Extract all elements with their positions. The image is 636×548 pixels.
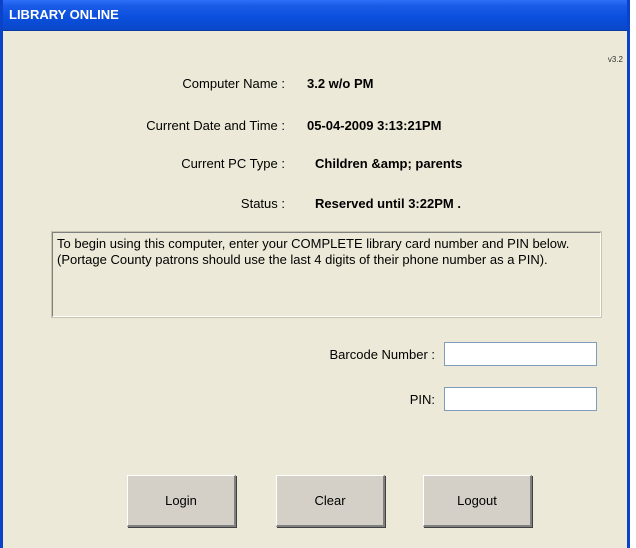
instructions-text-box: To begin using this computer, enter your… xyxy=(51,231,602,318)
library-online-window: LIBRARY ONLINE v3.2 Computer Name : 3.2 … xyxy=(0,0,630,548)
window-title: LIBRARY ONLINE xyxy=(9,7,119,22)
status-label: Status : xyxy=(240,196,285,211)
pin-label: PIN: xyxy=(409,392,435,407)
version-label: v3.2 xyxy=(607,55,623,64)
current-pc-type-value: Children &amp; parents xyxy=(315,156,463,171)
status-value: Reserved until 3:22PM . xyxy=(315,196,461,211)
pin-input[interactable] xyxy=(444,387,597,411)
barcode-number-label: Barcode Number : xyxy=(329,347,436,362)
computer-name-value: 3.2 w/o PM xyxy=(307,76,374,91)
clear-button[interactable]: Clear xyxy=(276,475,385,527)
barcode-number-input[interactable] xyxy=(444,342,597,366)
current-datetime-label: Current Date and Time : xyxy=(146,118,285,133)
logout-button[interactable]: Logout xyxy=(423,475,532,527)
current-pc-type-label: Current PC Type : xyxy=(181,156,285,171)
login-button[interactable]: Login xyxy=(127,475,236,527)
computer-name-label: Computer Name : xyxy=(182,76,285,91)
title-bar[interactable]: LIBRARY ONLINE xyxy=(3,0,627,31)
current-datetime-value: 05-04-2009 3:13:21PM xyxy=(307,118,442,133)
